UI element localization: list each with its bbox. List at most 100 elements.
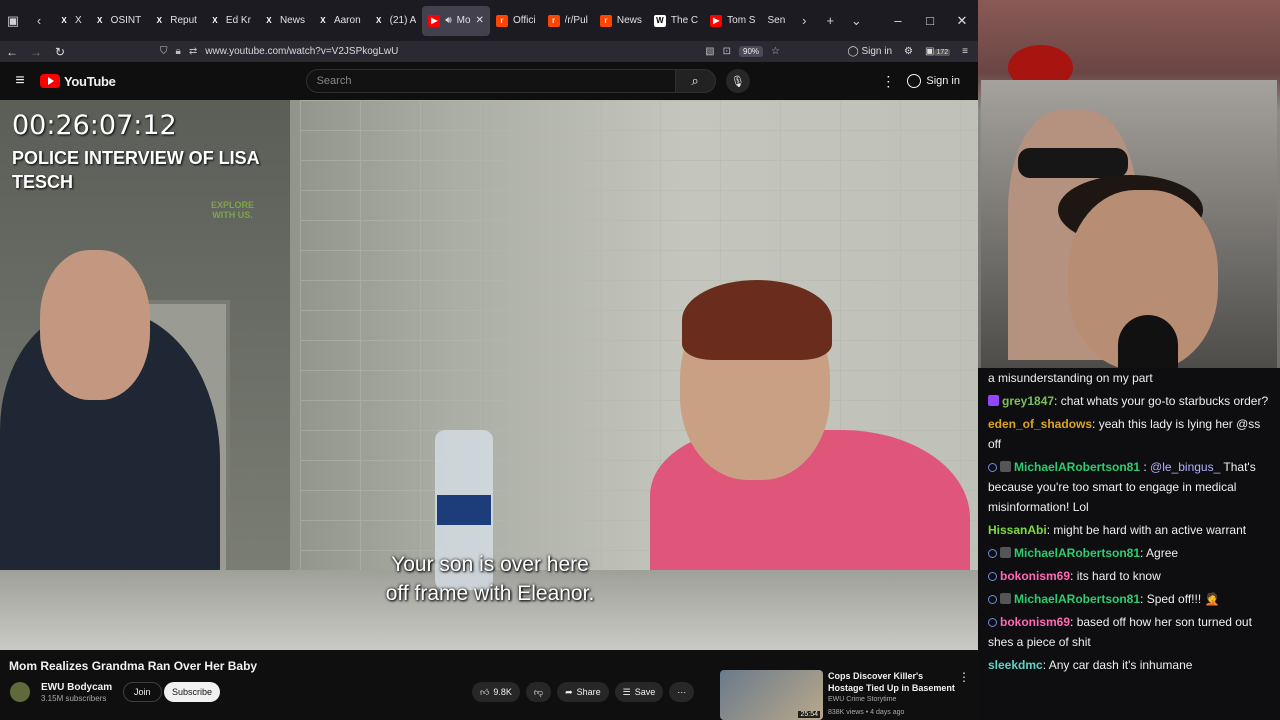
browser-signin-button[interactable]: ◯ Sign in xyxy=(847,46,892,57)
youtube-logo[interactable]: YouTube xyxy=(40,74,116,89)
subscriber-count: 3.15M subscribers xyxy=(41,694,107,703)
reload-icon[interactable]: ↻ xyxy=(48,45,72,59)
browser-tab[interactable]: X OSINT xyxy=(88,6,148,36)
tab-label: News xyxy=(616,15,642,26)
join-button[interactable]: Join xyxy=(123,682,162,702)
tab-favicon-icon: X xyxy=(208,14,221,27)
chat-username[interactable]: sleekdmc xyxy=(988,658,1043,672)
browser-tab[interactable]: W The C xyxy=(648,6,704,36)
browser-tab[interactable]: X Reput xyxy=(147,6,203,36)
browser-signin-label: Sign in xyxy=(861,46,893,57)
chat-username[interactable]: bokonism69 xyxy=(1000,569,1070,583)
bookmark-star-icon[interactable]: ☆ xyxy=(771,46,780,57)
tab-label: Ed Kr xyxy=(225,15,251,26)
tab-favicon-icon: X xyxy=(316,14,329,27)
stream-panel: a misunderstanding on my part grey1847: c… xyxy=(978,0,1280,720)
video-player[interactable]: 00:26:07:12 POLICE INTERVIEW OF LISA TES… xyxy=(0,100,978,650)
chat-mention[interactable]: @le_bingus_ xyxy=(1150,460,1220,474)
browser-tab[interactable]: X Aaron xyxy=(311,6,367,36)
browser-tab[interactable]: r/r/Pul xyxy=(542,6,594,36)
gift-badge-icon xyxy=(1000,593,1011,604)
maximize-icon[interactable]: □ xyxy=(914,13,946,29)
permissions-icon[interactable]: ⇄ xyxy=(189,46,197,57)
recommended-channel[interactable]: EWU Crime Storytime xyxy=(828,696,896,703)
settings-dots-icon[interactable]: ⋮ xyxy=(881,73,895,90)
save-label: Save xyxy=(634,687,656,697)
browser-tab[interactable]: Sen xyxy=(761,6,791,36)
video-subtitle: Your son is over here off frame with Ele… xyxy=(300,550,680,608)
subscribe-button[interactable]: Subscribe xyxy=(164,682,221,702)
tab-close-icon[interactable]: ✕ xyxy=(476,15,484,26)
chat-message: grey1847: chat whats your go-to starbuck… xyxy=(988,391,1274,411)
webcam-scene-visor xyxy=(1018,148,1128,178)
browser-tab[interactable]: ▶ 🔊︎ Mo ✕ xyxy=(422,5,490,36)
download-page-icon[interactable]: ⊡ xyxy=(723,46,731,57)
chat-username[interactable]: MichaelARobertson81 xyxy=(1014,592,1140,606)
save-button[interactable]: ☰ Save xyxy=(614,682,664,702)
chat-username[interactable]: MichaelARobertson81 xyxy=(1014,460,1140,474)
channel-name[interactable]: EWU Bodycam xyxy=(41,682,112,693)
browser-tab[interactable]: X News xyxy=(257,6,311,36)
browser-tab[interactable]: X (21) A xyxy=(367,6,423,36)
chat-username[interactable]: bokonism69 xyxy=(1000,615,1070,629)
picture-icon[interactable]: ▧ xyxy=(705,46,714,57)
user-badge-icon xyxy=(988,595,997,604)
chat-username[interactable]: eden_of_shadows xyxy=(988,417,1092,431)
shield-icon[interactable]: ⛉ xyxy=(160,46,168,57)
youtube-signin-button[interactable]: Sign in xyxy=(907,74,960,88)
voice-search-button[interactable]: 🎙︎ xyxy=(725,69,750,93)
hamburger-menu-icon[interactable]: ≡ xyxy=(0,72,40,90)
chat-message: a misunderstanding on my part xyxy=(988,368,1274,388)
share-button[interactable]: ➦ Share xyxy=(557,682,609,702)
subscriber-badge-icon xyxy=(988,395,999,406)
youtube-play-icon xyxy=(40,74,60,88)
new-tab-icon[interactable]: + xyxy=(817,13,843,28)
url-bar[interactable]: ⛉ 🔒︎ ⇄ www.youtube.com/watch?v=V2JSPkogL… xyxy=(160,46,780,57)
chat-text: : chat whats your go-to starbucks order? xyxy=(1054,394,1269,408)
chat-message: MichaelARobertson81: Agree xyxy=(988,543,1274,563)
channel-avatar[interactable] xyxy=(10,682,30,702)
video-scene-woman-hair xyxy=(682,280,832,360)
extensions-icon[interactable]: ⚙ xyxy=(904,46,913,57)
browser-tab[interactable]: X Ed Kr xyxy=(203,6,257,36)
close-icon[interactable]: ✕ xyxy=(946,13,978,29)
recommended-menu-icon[interactable]: ⋮ xyxy=(958,670,970,684)
tab-audio-icon[interactable]: 🔊︎ xyxy=(445,15,451,26)
browser-tab[interactable]: r Offici xyxy=(490,6,542,36)
tab-label: OSINT xyxy=(110,15,142,26)
youtube-header-right: ⋮ Sign in xyxy=(881,73,978,90)
share-label: Share xyxy=(576,687,601,697)
like-button[interactable]: 👍︎ 9.8K xyxy=(472,682,520,702)
more-actions-button[interactable]: ⋯ xyxy=(669,682,695,702)
tab-label: Tom S xyxy=(727,15,756,26)
more-icon: ⋯ xyxy=(677,686,687,697)
browser-tab[interactable]: XX xyxy=(52,6,88,36)
search-button[interactable]: ⌕ xyxy=(675,69,716,93)
share-icon: ➦ xyxy=(565,686,573,697)
forward-icon[interactable]: → xyxy=(24,45,48,59)
tab-overview-icon[interactable]: ▣ xyxy=(0,13,26,29)
browser-tab[interactable]: ▶ Tom S xyxy=(704,6,761,36)
tab-label: The C xyxy=(670,15,699,26)
wolf-logo-watermark: EXPLORE WITH US. xyxy=(210,200,254,220)
url-text[interactable]: www.youtube.com/watch?v=V2JSPkogLwU xyxy=(205,46,398,57)
chat-username[interactable]: HissanAbi xyxy=(988,523,1047,537)
extension-badge-icon[interactable]: ▣ 172 xyxy=(925,46,951,57)
minimize-icon[interactable]: – xyxy=(882,13,914,29)
menu-icon[interactable]: ≡ xyxy=(962,46,968,57)
recommended-thumbnail[interactable]: 25:54 xyxy=(720,670,823,720)
user-badge-icon xyxy=(988,618,997,627)
chat-username[interactable]: MichaelARobertson81 xyxy=(1014,546,1140,560)
chat-username[interactable]: grey1847 xyxy=(1002,394,1054,408)
tab-list-icon[interactable]: ⌄ xyxy=(843,13,869,29)
tab-scroll-right-icon[interactable]: › xyxy=(791,13,817,28)
search-input[interactable] xyxy=(305,69,676,93)
video-scene-officer-head xyxy=(40,250,150,400)
dislike-button[interactable]: 👎︎ xyxy=(525,682,552,702)
lock-icon[interactable]: 🔒︎ xyxy=(176,46,181,57)
tab-scroll-left-icon[interactable]: ‹ xyxy=(26,13,52,28)
recommended-title[interactable]: Cops Discover Killer's Hostage Tied Up i… xyxy=(828,670,956,694)
zoom-level[interactable]: 90% xyxy=(739,46,764,57)
back-icon[interactable]: ← xyxy=(0,45,24,59)
browser-tab[interactable]: r News xyxy=(594,6,648,36)
